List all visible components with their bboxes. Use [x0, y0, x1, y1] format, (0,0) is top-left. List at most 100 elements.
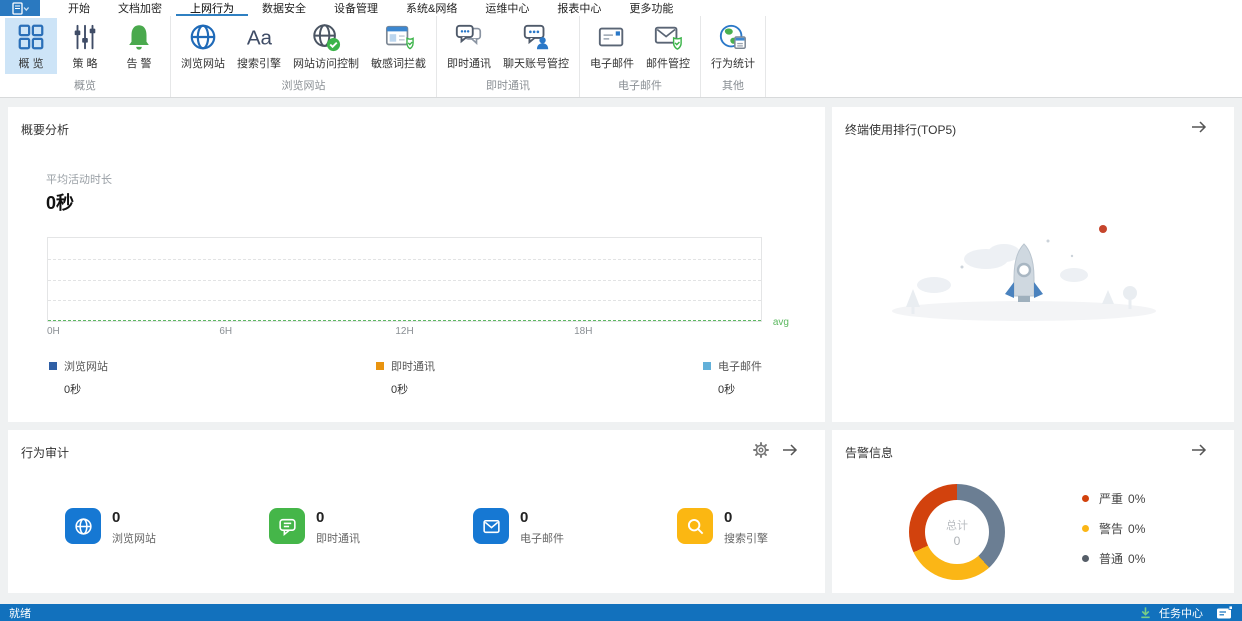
donut-center-title: 总计 — [946, 519, 968, 532]
ribbon-group: 电子邮件 邮件管控 电子邮件 — [580, 16, 701, 97]
ribbon-button-label: 即时通讯 — [447, 58, 491, 70]
ribbon-button[interactable]: 即时通讯 — [442, 18, 496, 74]
ribbon-group: 行为统计 其他 — [701, 16, 766, 97]
main-menu-bar: 开始 文档加密 上网行为 数据安全 设备管理 系统&网络 运维中心 报表中心 更多功能 — [0, 0, 1242, 16]
donut-center-value: 0 — [953, 533, 961, 548]
stat-value: 0 — [316, 509, 325, 526]
chat-icon — [269, 508, 305, 544]
ribbon-button-label: 网站访问控制 — [293, 58, 359, 70]
legend-item: 即时通讯 0秒 — [376, 358, 435, 397]
alert-legend-row: 严重 0% — [1082, 490, 1145, 507]
tab-2[interactable]: 文档加密 — [104, 0, 176, 16]
audit-stat-tile[interactable]: 0 浏览网站 — [65, 508, 269, 546]
ribbon-button-label: 浏览网站 — [181, 58, 225, 70]
x-tick-label: 12H — [395, 326, 414, 337]
ribbon-button[interactable]: 浏览网站 — [176, 18, 230, 74]
alert-donut-chart: 总计 0 — [909, 484, 1005, 580]
legend-dot — [1082, 555, 1089, 562]
ribbon-button[interactable]: 电子邮件 — [585, 18, 639, 74]
x-tick-label: 6H — [219, 326, 233, 337]
legend-item: 浏览网站 0秒 — [49, 358, 108, 397]
ribbon-group: 概 览 策 略 告 警概览 — [0, 16, 171, 97]
app-window: 开始 文档加密 上网行为 数据安全 设备管理 系统&网络 运维中心 报表中心 更多功能 概 览 策… — [0, 0, 1242, 621]
ribbon-button[interactable]: 告 警 — [113, 18, 165, 74]
alert-level-name: 警告 — [1099, 522, 1124, 536]
ribbon-button-label: 邮件管控 — [646, 58, 690, 70]
avg-line-label: avg — [772, 317, 789, 328]
legend-dot — [1082, 525, 1089, 532]
ribbon-button[interactable]: 行为统计 — [706, 18, 760, 74]
panel-title: 行为审计 — [21, 446, 70, 460]
ribbon-group-label: 即时通讯 — [486, 80, 530, 92]
alert-level-percent: 0% — [1128, 521, 1146, 536]
legend-name: 电子邮件 — [718, 361, 762, 373]
avg-line — [48, 320, 761, 321]
summary-panel: 概要分析 平均活动时长 0秒 avg 0H 6H 12H 18H 浏览网站 0秒 即时通讯… — [8, 107, 825, 422]
red-dot — [1099, 225, 1107, 233]
ribbon-group-label: 概览 — [74, 80, 96, 92]
terminal-ranking-panel: 终端使用排行(TOP5) — [832, 107, 1234, 422]
ribbon-group: 即时通讯 聊天账号管控 即时通讯 — [437, 16, 580, 97]
x-tick-label: 0H — [47, 326, 60, 337]
behavior-audit-panel: 行为审计 0 浏览网站 0 即时通讯 0 电子邮件 0 搜索引擎 — [8, 430, 825, 593]
legend-value: 0秒 — [391, 384, 409, 396]
ribbon-button[interactable]: 邮件管控 — [641, 18, 695, 74]
alert-info-panel: 告警信息 总计 0 严重 0% 警告 0% 普通 0% — [832, 430, 1234, 593]
audit-stat-tile[interactable]: 0 即时通讯 — [269, 508, 473, 546]
ribbon-group-label: 电子邮件 — [618, 80, 662, 92]
alert-level-percent: 0% — [1128, 491, 1146, 506]
legend-color-swatch — [703, 362, 711, 370]
alert-legend-row: 警告 0% — [1082, 520, 1145, 537]
font-icon: Aa — [244, 22, 274, 52]
ribbon-button[interactable]: 聊天账号管控 — [498, 18, 574, 74]
search-icon — [677, 508, 713, 544]
tab-8[interactable]: 报表中心 — [543, 0, 615, 16]
arrow-right-icon[interactable] — [1190, 442, 1208, 458]
gear-icon[interactable] — [753, 442, 769, 458]
tab-6[interactable]: 系统&网络 — [392, 0, 471, 16]
empty-state-illustration — [874, 211, 1174, 336]
gridline — [48, 300, 761, 302]
ribbon-button[interactable]: 概 览 — [5, 18, 57, 74]
tab-9[interactable]: 更多功能 — [615, 0, 687, 16]
legend-value: 0秒 — [718, 384, 736, 396]
tab-3[interactable]: 上网行为 — [176, 0, 248, 16]
arrow-right-icon[interactable] — [1190, 119, 1208, 135]
arrow-right-icon[interactable] — [781, 442, 799, 458]
ribbon-button[interactable]: 敏感词拦截 — [366, 18, 431, 74]
message-icon[interactable] — [1216, 606, 1233, 619]
alert-legend-row: 普通 0% — [1082, 550, 1145, 567]
tab-7[interactable]: 运维中心 — [471, 0, 543, 16]
stat-label: 即时通讯 — [316, 533, 360, 545]
mail-shield-icon — [653, 22, 683, 52]
tab-1[interactable]: 开始 — [54, 0, 104, 16]
ribbon-button-label: 告 警 — [126, 58, 152, 70]
chat-icon — [454, 22, 484, 52]
ribbon-button[interactable]: 网站访问控制 — [288, 18, 364, 74]
stat-label: 电子邮件 — [520, 533, 564, 545]
alert-level-name: 严重 — [1099, 492, 1124, 506]
alert-legend: 严重 0% 警告 0% 普通 0% — [1082, 490, 1145, 580]
tab-4[interactable]: 数据安全 — [248, 0, 320, 16]
app-menu-button[interactable] — [0, 0, 40, 16]
chart-legend: 浏览网站 0秒 即时通讯 0秒 电子邮件 0秒 — [49, 358, 762, 397]
panel-title: 终端使用排行(TOP5) — [845, 123, 957, 137]
ribbon-button-label: 策 略 — [72, 58, 98, 70]
audit-stat-tile[interactable]: 0 电子邮件 — [473, 508, 677, 546]
tab-5[interactable]: 设备管理 — [320, 0, 392, 16]
gridline — [48, 258, 761, 260]
ribbon-button-label: 聊天账号管控 — [503, 58, 569, 70]
panel-title: 概要分析 — [21, 123, 70, 137]
ribbon-button-label: 搜索引擎 — [237, 58, 281, 70]
stat-label: 浏览网站 — [112, 533, 156, 545]
globe-icon — [65, 508, 101, 544]
ribbon-button[interactable]: 策 略 — [59, 18, 111, 74]
stat-value: 0 — [520, 509, 529, 526]
legend-dot — [1082, 495, 1089, 502]
ribbon-toolbar: 概 览策 略告 警概览 浏览网站 Aa 搜索引擎 网站访问控制 敏感词拦截 浏览网站 即时通讯… — [0, 16, 1242, 98]
chat-user-icon — [521, 22, 551, 52]
ribbon-button[interactable]: Aa 搜索引擎 — [232, 18, 286, 74]
download-arrow-icon — [1139, 606, 1152, 619]
globe-icon — [188, 22, 218, 52]
task-center-link[interactable]: 任务中心 — [1159, 605, 1203, 621]
